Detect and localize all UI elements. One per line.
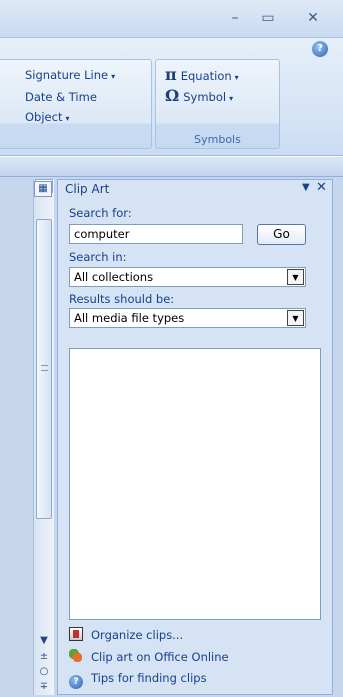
search-in-value: All collections [74, 270, 154, 284]
pane-options-button[interactable]: ▼ [302, 182, 310, 193]
pane-header: ▦ Clip Art ▼ ✕ [34, 180, 332, 198]
organize-clips-icon [69, 627, 83, 641]
maximize-button[interactable]: ▭ [255, 8, 281, 28]
object-button[interactable]: Object ▾ [25, 110, 69, 124]
scrollbar-thumb[interactable] [36, 219, 52, 519]
symbol-button[interactable]: Ω Symbol ▾ [165, 86, 233, 105]
close-window-button[interactable]: ✕ [300, 8, 326, 28]
signature-line-label: Signature Line [25, 68, 109, 82]
help-tips-icon: ? [69, 675, 83, 689]
chevron-down-icon: ▾ [111, 72, 116, 81]
vertical-scrollbar[interactable]: ▲ ▼ ± ○ ∓ [33, 179, 54, 695]
document-area: ▲ ▼ ± ○ ∓ ▦ Clip Art ▼ ✕ Search for: com… [0, 177, 343, 697]
office-online-icon [69, 649, 83, 663]
chevron-down-icon: ▾ [234, 73, 239, 82]
media-type-select[interactable]: All media file types ▼ [69, 308, 306, 328]
search-for-label: Search for: [69, 206, 132, 220]
ruler-strip [0, 157, 343, 177]
office-online-link[interactable]: Clip art on Office Online [69, 649, 229, 664]
search-in-select[interactable]: All collections ▼ [69, 267, 306, 287]
search-in-label: Search in: [69, 250, 127, 264]
equation-button[interactable]: π Equation ▾ [165, 65, 239, 84]
office-online-label: Clip art on Office Online [91, 650, 229, 664]
tips-link[interactable]: ? Tips for finding clips [69, 671, 207, 689]
scroll-down-button[interactable]: ▼ [35, 633, 53, 649]
chevron-down-icon[interactable]: ▼ [287, 310, 304, 326]
chevron-down-icon[interactable]: ▼ [287, 269, 304, 285]
results-list[interactable] [69, 348, 321, 620]
omega-icon: Ω [165, 86, 180, 105]
organize-clips-link[interactable]: Organize clips... [69, 627, 183, 642]
object-label: Object [25, 110, 63, 124]
ribbon-group-text: Signature Line ▾ Date & Time Object ▾ [0, 59, 152, 149]
go-button[interactable]: Go [257, 224, 306, 245]
pane-title: Clip Art [65, 182, 110, 196]
clip-art-pane-icon: ▦ [34, 181, 52, 197]
ribbon-group-symbols: π Equation ▾ Ω Symbol ▾ Symbols [155, 59, 280, 149]
date-time-label: Date & Time [25, 90, 97, 104]
date-time-button[interactable]: Date & Time [25, 90, 97, 104]
tips-label: Tips for finding clips [91, 671, 207, 685]
symbol-label: Symbol [183, 90, 227, 104]
signature-line-button[interactable]: Signature Line ▾ [25, 68, 115, 82]
organize-clips-label: Organize clips... [91, 628, 184, 642]
ribbon: ? Signature Line ▾ Date & Time Object ▾ πE… [0, 38, 343, 156]
pane-close-button[interactable]: ✕ [316, 180, 327, 195]
minimize-button[interactable]: – [222, 8, 248, 28]
next-page-button[interactable]: ∓ [35, 679, 53, 695]
equation-label: Equation [180, 69, 232, 83]
pi-icon: π [165, 65, 177, 84]
help-icon[interactable]: ? [312, 41, 328, 57]
grip-icon [41, 365, 48, 371]
select-browse-object-button[interactable]: ○ [35, 664, 53, 680]
symbols-group-label: Symbols [194, 133, 241, 146]
clip-art-pane: ▦ Clip Art ▼ ✕ Search for: computer Go S… [34, 179, 333, 695]
chevron-down-icon: ▾ [229, 94, 234, 103]
chevron-down-icon: ▾ [65, 114, 70, 123]
media-type-value: All media file types [74, 311, 185, 325]
search-input[interactable]: computer [69, 224, 243, 244]
results-label: Results should be: [69, 292, 175, 306]
title-bar: – ▭ ✕ [0, 0, 343, 38]
previous-page-button[interactable]: ± [35, 649, 53, 665]
